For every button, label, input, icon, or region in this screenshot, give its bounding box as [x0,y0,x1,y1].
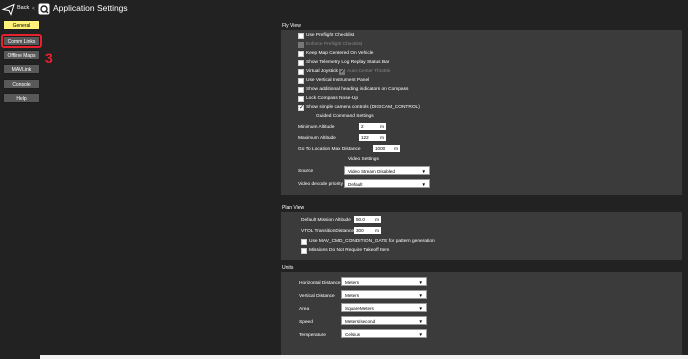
vtol-transition-unit: m [375,228,379,233]
label-max-altitude: Maximum Altitude [298,136,336,141]
label-max-distance: Go To Location Max Distance [298,147,361,152]
chevron-down-icon: ▼ [421,182,426,187]
label-keep-map-centered: Keep Map Centered On Vehicle [306,51,374,56]
mission-altitude-field[interactable]: 50.0 m [354,216,381,223]
horizontal-distance-select[interactable]: Meters ▼ [341,277,427,286]
label-simple-camera: Show simple camera controls (DIGICAM_CON… [306,105,420,110]
label-horizontal-distance: Horizontal Distance [299,281,341,286]
label-vertical-instrument: Use Vertical Instrument Panel [306,78,370,83]
plan-view-panel: Default Mission Altitude 50.0 m VTOL Tra… [281,212,682,260]
video-source-select[interactable]: Video Stream Disabled ▼ [344,166,430,175]
chevron-down-icon: ▼ [418,319,423,324]
label-vtol-transition: VTOL TransitionDistance [301,229,355,234]
checkbox-use-preflight[interactable] [298,33,304,39]
checkbox-simple-camera[interactable] [298,104,304,112]
mission-altitude-value: 50.0 [356,217,365,222]
checkbox-virtual-joystick[interactable] [298,69,304,75]
checkbox-lock-compass[interactable] [298,96,304,102]
video-settings-title: Video Settings [348,157,379,162]
label-heading-indicators: Show additional heading indicators on Co… [306,87,409,92]
label-min-altitude: Minimum Altitude [298,125,335,130]
label-lock-compass: Lock Compass Nose-Up [306,96,358,101]
area-select[interactable]: SquareMeters ▼ [341,303,427,312]
min-altitude-unit: m [380,124,384,129]
temperature-value: Celsius [345,332,361,337]
max-distance-value: 1000 [375,146,386,151]
checkbox-telemetry-replay[interactable] [298,60,304,66]
max-distance-field[interactable]: 1000 m [373,145,400,152]
checkbox-no-takeoff-item[interactable] [301,248,307,254]
max-altitude-unit: m [380,135,384,140]
label-vertical-distance: Vertical Distance [299,294,335,299]
label-no-takeoff-item: Missions Do Not Require Takeoff Item [309,248,390,253]
max-altitude-value: 122 [361,135,369,140]
chevron-down-icon: ▼ [421,169,426,174]
breadcrumb-separator: < [32,6,35,12]
label-auto-center-throttle: Auto-Center Throttle [347,69,391,74]
max-distance-unit: m [394,146,398,151]
min-altitude-field[interactable]: 2 m [359,123,386,130]
vertical-distance-select[interactable]: Meters ▼ [341,290,427,299]
label-condition-gate: Use MAV_CMD_CONDITION_GATE for pattern g… [309,239,435,244]
temperature-select[interactable]: Celsius ▼ [341,329,427,338]
qgc-logo-icon [38,3,50,15]
back-label[interactable]: Back [17,5,29,11]
nav-mavlink[interactable]: MAVLink [3,64,40,74]
chevron-down-icon: ▼ [418,280,423,285]
checkbox-auto-center-throttle [339,68,345,76]
max-altitude-field[interactable]: 122 m [359,134,386,141]
label-default-mission-altitude: Default Mission Altitude [301,218,351,223]
chevron-down-icon: ▼ [418,332,423,337]
video-source-value: Video Stream Disabled [348,169,395,174]
page-title: Application Settings [53,3,128,13]
label-telemetry-replay: Show Telemetry Log Replay Status Bar [306,60,390,65]
annotation-number: 3 [45,50,53,66]
speed-value: Meters/second [345,319,376,324]
min-altitude-value: 2 [361,124,364,129]
units-panel: Horizontal Distance Meters ▼ Vertical Di… [281,272,682,355]
area-value: SquareMeters [345,306,374,311]
label-virtual-joystick: Virtual Joystick [306,69,338,74]
vtol-transition-value: 300 [356,228,364,233]
checkbox-enforce-preflight [298,42,304,48]
decode-priority-value: Default [348,182,363,187]
vertical-distance-value: Meters [345,293,360,298]
nav-comm-links[interactable]: Comm Links [1,34,42,48]
nav-general[interactable]: General [3,20,40,30]
fly-view-panel: Use Preflight Checklist Enforce Prefligh… [281,30,682,195]
label-decode-priority: Video decode priority [298,182,343,187]
guided-settings-title: Guided Command Settings [316,114,374,119]
top-bar: Back < Application Settings [0,0,688,19]
label-speed: Speed [299,320,313,325]
checkbox-keep-map-centered[interactable] [298,51,304,57]
nav-offline-maps[interactable]: Offline Maps [3,50,40,60]
speed-select[interactable]: Meters/second ▼ [341,316,427,325]
fly-view-title: Fly View [282,23,301,29]
chevron-down-icon: ▼ [418,293,423,298]
mission-altitude-unit: m [375,217,379,222]
label-use-preflight: Use Preflight Checklist [306,33,355,38]
horizontal-scrollbar[interactable] [40,355,688,359]
chevron-down-icon: ▼ [418,306,423,311]
plan-view-title: Plan View [282,205,305,211]
checkbox-condition-gate[interactable] [301,239,307,245]
horizontal-distance-value: Meters [345,280,360,285]
decode-priority-select[interactable]: Default ▼ [344,179,430,188]
checkbox-vertical-instrument[interactable] [298,78,304,84]
label-area: Area [299,307,310,312]
nav-help[interactable]: Help [3,93,40,103]
label-enforce-preflight: Enforce Preflight Checklist [306,42,363,47]
label-video-source: Source [298,169,314,174]
label-temperature: Temperature [299,333,326,338]
back-arrow-icon[interactable] [2,3,15,16]
units-title: Units [282,265,294,271]
checkbox-heading-indicators[interactable] [298,87,304,93]
nav-console[interactable]: Console [3,79,40,89]
vtol-transition-field[interactable]: 300 m [354,227,381,234]
